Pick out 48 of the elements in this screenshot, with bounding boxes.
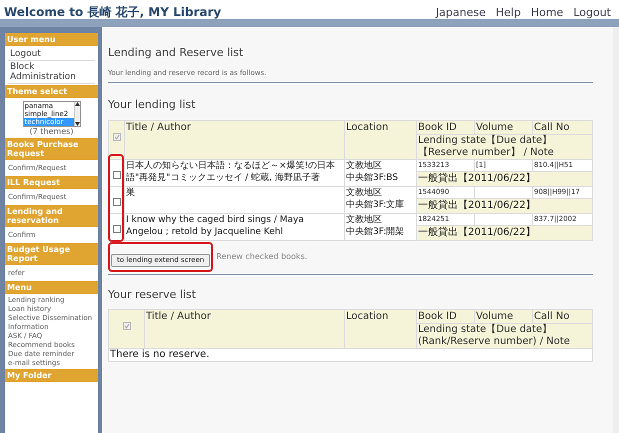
column-header: Title / Author [124,120,344,159]
table-cell: I know why the caged bird sings / Maya Angelou ; retold by Jacqueline Kehl [124,213,344,240]
scroll-down-icon[interactable] [74,122,80,126]
button-note: Renew checked books. [216,250,308,262]
table-cell: There is no reserve. [108,348,592,362]
sidebar-section-header: Theme select [5,85,98,99]
column-header: Book ID [416,120,474,134]
page-title: Welcome to 長崎 花子, MY Library [4,6,222,18]
table-cell-text: 中央館3F:文庫 [346,198,406,210]
section-heading: Your lending list [108,97,196,113]
sidebar-link[interactable]: Block Administration [8,61,95,84]
column-header: Volume [474,120,532,134]
sidebar-section-header: Lending and reservation [5,205,98,228]
checkbox[interactable] [112,132,120,140]
checkbox[interactable] [122,322,130,330]
table-cell-text: 中央館3F:BS [346,172,399,184]
column-header: Lending state【Due date】【Reserve number】 / Note [416,134,592,159]
column-header: Title / Author [144,310,344,348]
page-heading: Lending and Reserve list [108,45,244,61]
table-cell: 日本人の知らない日本語：なるほど～×爆笑!の日本語"再発見"コミックエッセイ / 蛇蔵, 海野凪子著 [124,159,344,186]
scroll-up-icon[interactable] [74,102,80,106]
checkbox[interactable] [112,198,120,206]
header-link[interactable]: Japanese [436,7,486,18]
sidebar-link[interactable]: Logout [8,48,95,61]
header-link[interactable]: Home [530,7,564,18]
table-cell: 一般貸出【2011/06/22】 [416,172,592,186]
column-header: Call No [532,120,592,134]
checkbox[interactable] [112,224,120,232]
theme-count: (7 themes) [30,127,74,136]
table-cell: 巣 [124,186,344,213]
sidebar-section-header: User menu [5,33,98,47]
table-cell-text: 文教地区 [346,214,383,226]
sidebar-section-header: My Folder [5,369,98,383]
table-cell-text: 中央館3F:開架 [346,226,406,238]
sidebar-section-header: ILL Request [5,176,98,190]
column-header: Location [344,120,416,159]
header-link[interactable]: Logout [573,7,611,18]
table-cell: 一般貸出【2011/06/22】 [416,226,592,240]
table-cell: 一般貸出【2011/06/22】 [416,198,592,213]
column-header: Book ID [416,310,474,324]
checkbox[interactable] [112,170,120,178]
table-cell-text: 文教地区 [346,160,383,172]
header-link[interactable]: Help [496,7,521,18]
sidebar-section-header: Menu [5,281,98,295]
table-cell-text: 文教地区 [346,186,383,198]
sidebar-section-header: Books Purchase Request [5,138,98,161]
sidebar-section-header: Budget Usage Report [5,243,98,266]
section-heading: Your reserve list [108,286,197,302]
